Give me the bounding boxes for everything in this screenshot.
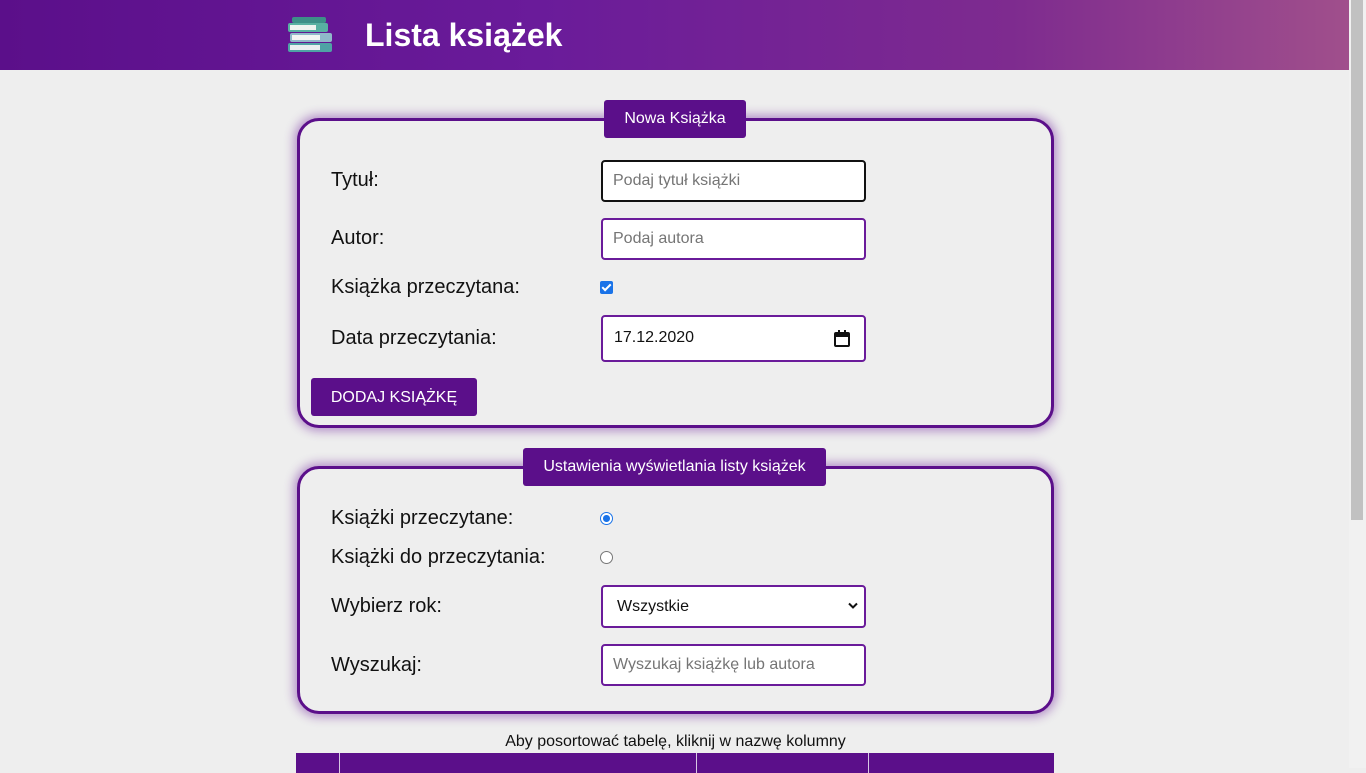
year-label: Wybierz rok: (331, 595, 442, 617)
title-label: Tytuł: (331, 169, 379, 191)
author-label: Autor: (331, 227, 385, 249)
read-books-label: Książki przeczytane: (331, 507, 514, 529)
scrollbar-thumb[interactable] (1351, 0, 1363, 520)
add-book-button[interactable]: DODAJ KSIĄŻKĘ (311, 378, 477, 416)
books-stack-icon (288, 17, 332, 52)
read-label: Książka przeczytana: (331, 276, 520, 298)
title-input[interactable] (601, 160, 866, 202)
books-table-header[interactable] (296, 753, 1054, 773)
calendar-icon[interactable] (834, 330, 850, 347)
column-divider (868, 753, 869, 773)
read-books-radio[interactable] (600, 512, 613, 525)
year-select-value: Wszystkie (617, 598, 689, 615)
date-label: Data przeczytania: (331, 327, 497, 349)
author-input[interactable] (601, 218, 866, 260)
chevron-down-icon (848, 602, 858, 609)
column-divider (339, 753, 340, 773)
column-divider (696, 753, 697, 773)
read-date-input[interactable]: 17.12.2020 (601, 315, 866, 362)
search-input[interactable] (601, 644, 866, 686)
page-header: Lista książek (0, 0, 1349, 70)
to-read-radio[interactable] (600, 551, 613, 564)
new-book-legend: Nowa Książka (604, 100, 746, 138)
read-date-value: 17.12.2020 (614, 329, 695, 346)
page-title: Lista książek (365, 17, 563, 53)
vertical-scrollbar[interactable] (1349, 0, 1366, 768)
display-settings-legend: Ustawienia wyświetlania listy książek (523, 448, 826, 486)
read-checkbox[interactable] (600, 281, 613, 294)
sort-hint: Aby posortować tabelę, kliknij w nazwę k… (505, 733, 846, 750)
search-label: Wyszukaj: (331, 654, 422, 676)
year-select[interactable]: Wszystkie (601, 585, 866, 628)
to-read-label: Książki do przeczytania: (331, 546, 546, 568)
